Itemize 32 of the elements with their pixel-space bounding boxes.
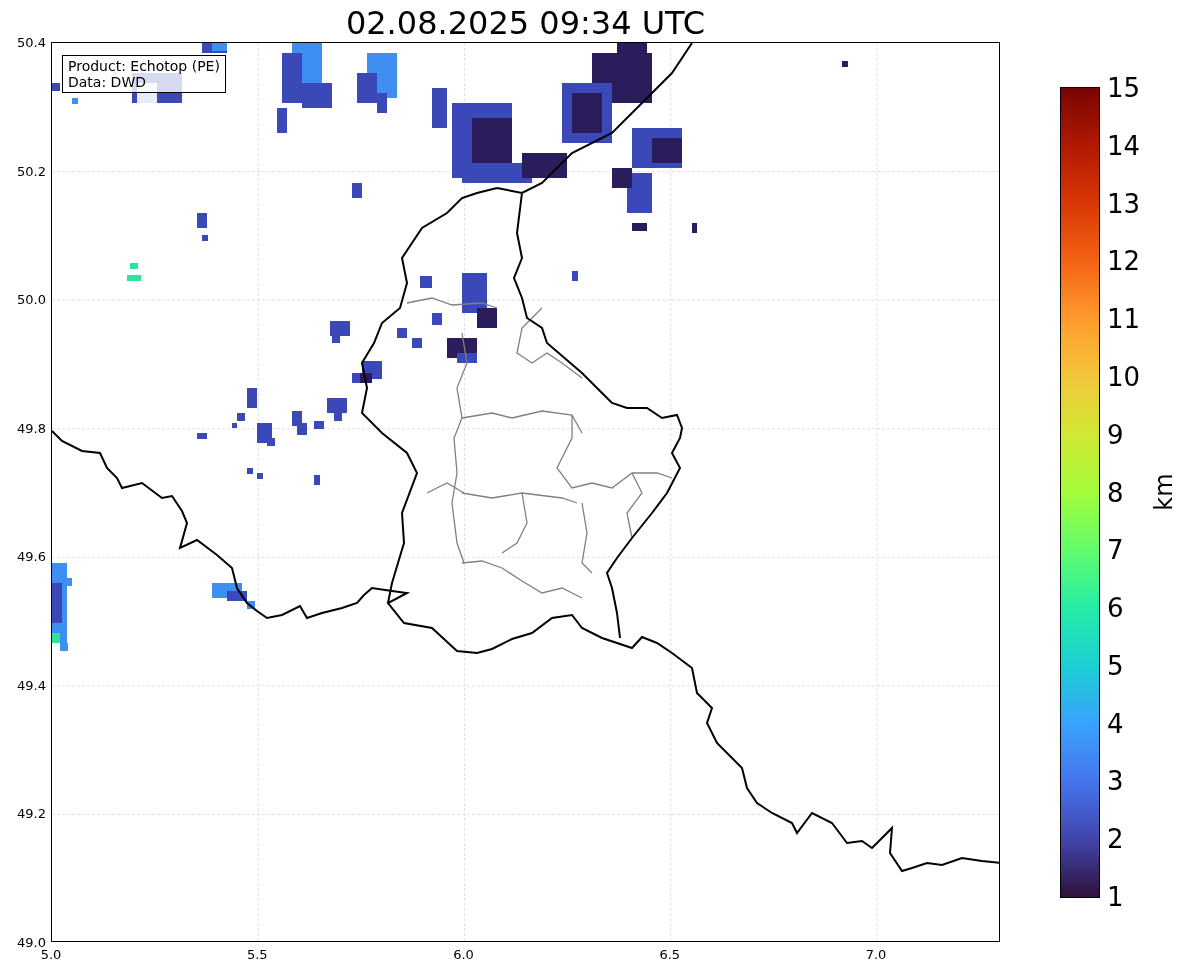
chart-title: 02.08.2025 09:34 UTC: [344, 3, 707, 42]
legend-text: Data: DWD: [68, 74, 147, 90]
colorbar-tick-label: 8: [1107, 477, 1124, 508]
y-tick-label: 50.4: [17, 34, 46, 50]
y-tick-label: 49.4: [17, 677, 46, 693]
y-tick-label: 49.0: [17, 934, 46, 950]
y-tick-label: 49.2: [17, 805, 46, 821]
x-tick-label: 6.5: [659, 947, 681, 962]
colorbar-tick-label: 14: [1107, 130, 1141, 161]
colorbar-tick-label: 1: [1107, 882, 1124, 912]
colorbar-tick-label: 13: [1107, 188, 1141, 219]
colorbar-tick-label: 3: [1107, 766, 1124, 797]
y-tick-label: 49.8: [17, 420, 46, 436]
x-tick-label: 5.5: [246, 947, 268, 962]
colorbar-tick-label: 5: [1107, 650, 1124, 681]
y-tick-label: 50.0: [17, 291, 46, 307]
colorbar-tick-label: 11: [1107, 304, 1141, 335]
y-tick-label: 50.2: [17, 163, 46, 179]
colorbar-tick-label: 9: [1107, 419, 1124, 450]
colorbar-tick-label: 7: [1107, 535, 1124, 566]
x-tick-label: 7.0: [865, 947, 887, 962]
colorbar-tick-label: 6: [1107, 593, 1124, 624]
colorbar-tick-label: 4: [1107, 708, 1124, 739]
colorbar-tick-label: 12: [1107, 246, 1141, 277]
legend-text: Product: Echotop (PE): [68, 58, 220, 74]
colorbar-tick-label: 10: [1107, 361, 1141, 392]
colorbar-label: km: [1149, 473, 1178, 511]
x-tick-label: 6.0: [453, 947, 474, 962]
colorbar-tick-label: 2: [1107, 824, 1124, 855]
y-tick-label: 49.6: [17, 548, 46, 564]
colorbar-tick-label: 15: [1107, 73, 1141, 103]
x-tick-label: 5.0: [40, 947, 62, 962]
